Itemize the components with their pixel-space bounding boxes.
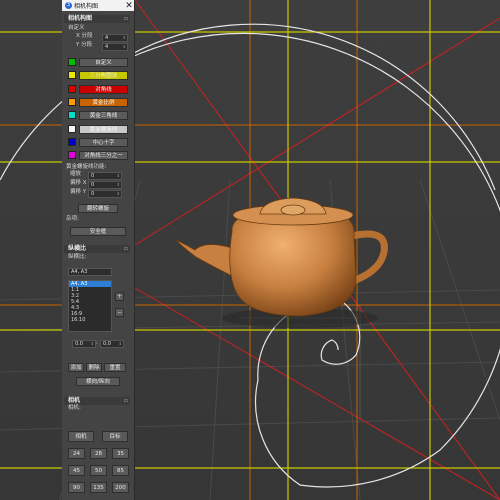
guide-color-swatch[interactable] [68, 137, 76, 146]
guide-toggle-button[interactable]: 中心十字 [79, 137, 128, 147]
guide-toggle-button[interactable]: 三分构图法 [79, 71, 128, 81]
add-aspect-button[interactable]: + [115, 292, 124, 301]
aspect-current-value: A4, A3 [71, 269, 88, 275]
guide-color-swatch[interactable] [68, 151, 76, 160]
scale-label: 缩放 [70, 171, 82, 177]
scale-spinner[interactable]: 0 ⇕ [88, 172, 122, 180]
x-segments-value: 4 [105, 35, 109, 41]
guide-toggle-button[interactable]: 自定义 [79, 58, 128, 67]
collapse-icon[interactable]: ▫ [124, 397, 128, 405]
close-icon[interactable]: ✕ [124, 1, 134, 11]
section-title-camera: 相机 [68, 397, 81, 404]
offset-y-value: 0 [91, 191, 95, 197]
spinner-arrows-icon[interactable]: ⇕ [91, 341, 94, 347]
offset-y-spinner[interactable]: 0 ⇕ [88, 190, 122, 198]
focal-length-button[interactable]: 200 [112, 482, 129, 493]
spinner-arrows-icon[interactable]: ⇕ [117, 182, 120, 188]
target-button[interactable]: 目标 [102, 431, 128, 442]
guide-toggle-button[interactable]: 对角线三分之一 [79, 151, 128, 161]
add-button[interactable]: 添加 [68, 363, 84, 372]
guide-toggle-button[interactable]: 对角线 [79, 84, 128, 94]
custom-label: 自定义 [68, 25, 85, 31]
focal-length-button[interactable]: 28 [90, 448, 107, 459]
spinner-arrows-icon[interactable]: ⇕ [117, 173, 120, 179]
offset-x-value: 0 [91, 182, 95, 188]
focal-length-button[interactable]: 45 [68, 465, 85, 476]
y-segments-spinner[interactable]: 4 ⇕ [102, 43, 128, 51]
x-segments-label: X 分段 [76, 33, 93, 39]
orientation-button[interactable]: 横向/纵向 [76, 377, 120, 386]
guide-toggle-button[interactable]: 黄金三角线 [79, 111, 128, 121]
aspect-ratio-list[interactable]: A4, A3 1:1 3:2 5:4 4:3 16:9 16:10 [68, 280, 112, 332]
panel-titlebar[interactable]: 3 相机构图 ✕ [62, 0, 134, 11]
section-header-composition[interactable]: 相机构图 ▫ [64, 15, 130, 23]
guide-color-swatch[interactable] [68, 58, 76, 66]
offset-y-label: 偏移 Y [70, 189, 87, 195]
spinner-arrows-icon[interactable]: ⇕ [119, 341, 122, 347]
y-segments-value: 4 [105, 44, 109, 50]
spinner-arrows-icon[interactable]: ⇕ [123, 35, 126, 41]
x-segments-spinner[interactable]: 4 ⇕ [102, 34, 128, 42]
flip-spiral-button[interactable]: 翻转螺旋 [78, 204, 118, 213]
aspect-width-value: 0.0 [75, 341, 83, 347]
section-header-camera[interactable]: 相机 ▫ [64, 397, 130, 405]
aspect-label: 纵横比: [68, 254, 87, 260]
section-title-composition: 相机构图 [68, 15, 93, 22]
focal-length-button[interactable]: 135 [90, 482, 107, 493]
guide-color-swatch[interactable] [68, 97, 76, 106]
camera-button[interactable]: 相机 [68, 431, 94, 442]
y-segments-label: Y 分段 [76, 42, 93, 48]
camera-label: 相机: [68, 405, 81, 411]
aspect-height-spinner[interactable]: 0.0 ⇕ [100, 340, 124, 348]
focal-length-button[interactable]: 90 [68, 482, 85, 493]
offset-x-spinner[interactable]: 0 ⇕ [88, 181, 122, 189]
spinner-arrows-icon[interactable]: ⇕ [117, 191, 120, 197]
guide-color-swatch[interactable] [68, 124, 76, 133]
section-title-aspect: 纵横比 [68, 245, 87, 252]
guide-toggle-button[interactable]: 黄金比例 [79, 97, 128, 107]
focal-length-button[interactable]: 24 [68, 448, 85, 459]
collapse-icon[interactable]: ▫ [124, 245, 128, 253]
delete-button[interactable]: 删除 [86, 363, 102, 372]
reset-button[interactable]: 重置 [104, 363, 126, 372]
guide-toggle-button[interactable]: 黄金螺旋线 [79, 124, 128, 134]
offset-x-label: 偏移 X [70, 180, 87, 186]
safe-frame-button[interactable]: 安全框 [70, 227, 126, 236]
aspect-width-spinner[interactable]: 0.0 ⇕ [72, 340, 96, 348]
guide-color-swatch[interactable] [68, 84, 76, 93]
aspect-list-item[interactable]: 16:10 [69, 317, 111, 323]
aspect-height-value: 0.0 [103, 341, 111, 347]
focal-length-button[interactable]: 35 [112, 448, 129, 459]
composition-panel: 3 相机构图 ✕ 相机构图 ▫ 自定义 X 分段 4 ⇕ Y 分段 4 ⇕ 自定义三… [62, 0, 135, 500]
focal-length-button[interactable]: 50 [90, 465, 107, 476]
spinner-arrows-icon[interactable]: ⇕ [123, 44, 126, 50]
focal-length-button[interactable]: 85 [112, 465, 129, 476]
guide-color-swatch[interactable] [68, 71, 76, 80]
guide-color-swatch[interactable] [68, 111, 76, 120]
scale-value: 0 [91, 173, 95, 179]
section-header-aspect[interactable]: 纵横比 ▫ [64, 245, 130, 253]
aspect-current-field[interactable]: A4, A3 [68, 268, 112, 276]
aspect-separator: : [96, 340, 98, 346]
app-logo-icon: 3 [65, 2, 72, 9]
remove-aspect-button[interactable]: − [115, 308, 124, 317]
spiral-functions-label: 黄金螺旋线功能: [66, 164, 107, 170]
panel-title: 相机构图 [74, 3, 99, 10]
collapse-icon[interactable]: ▫ [124, 15, 128, 23]
misc-label: 杂项: [66, 216, 79, 222]
